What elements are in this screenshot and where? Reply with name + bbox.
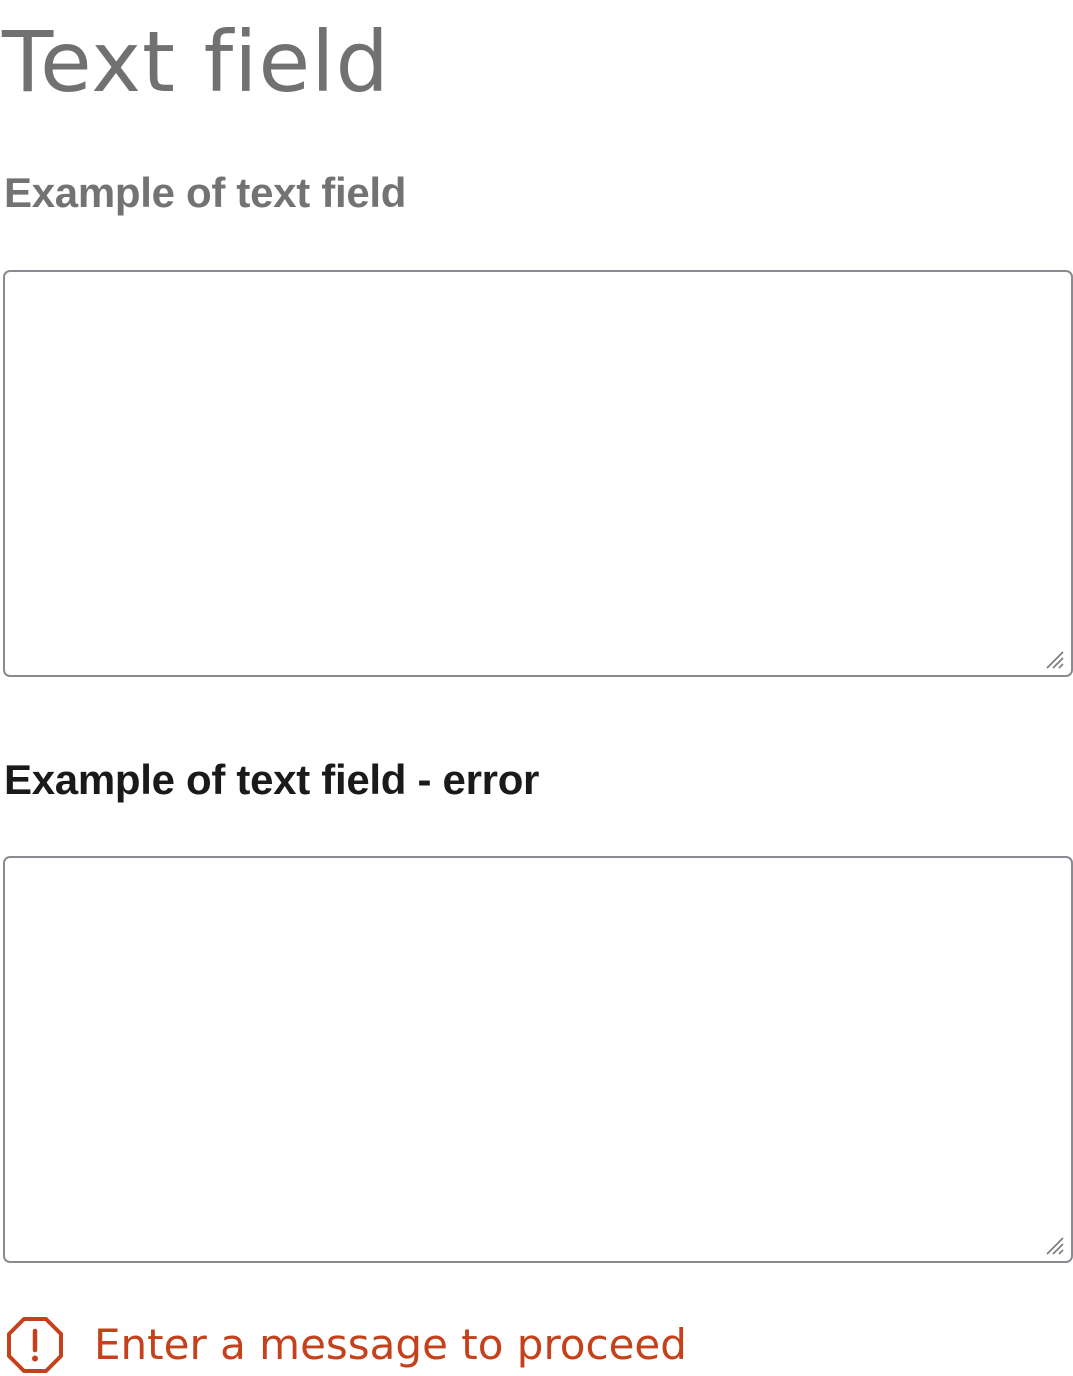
error-message-row: Enter a message to proceed xyxy=(6,1314,687,1376)
exclamation-octagon-icon xyxy=(7,1317,63,1373)
resize-handle-icon[interactable] xyxy=(1043,1234,1065,1256)
text-field-label: Example of text field xyxy=(4,169,407,216)
error-message: Enter a message to proceed xyxy=(94,1320,687,1369)
resize-handle-icon[interactable] xyxy=(1043,648,1065,670)
text-field-error[interactable] xyxy=(3,856,1073,1263)
page-title: Text field xyxy=(2,13,390,111)
text-field[interactable] xyxy=(3,270,1073,677)
text-field-error-label: Example of text field - error xyxy=(4,756,540,803)
